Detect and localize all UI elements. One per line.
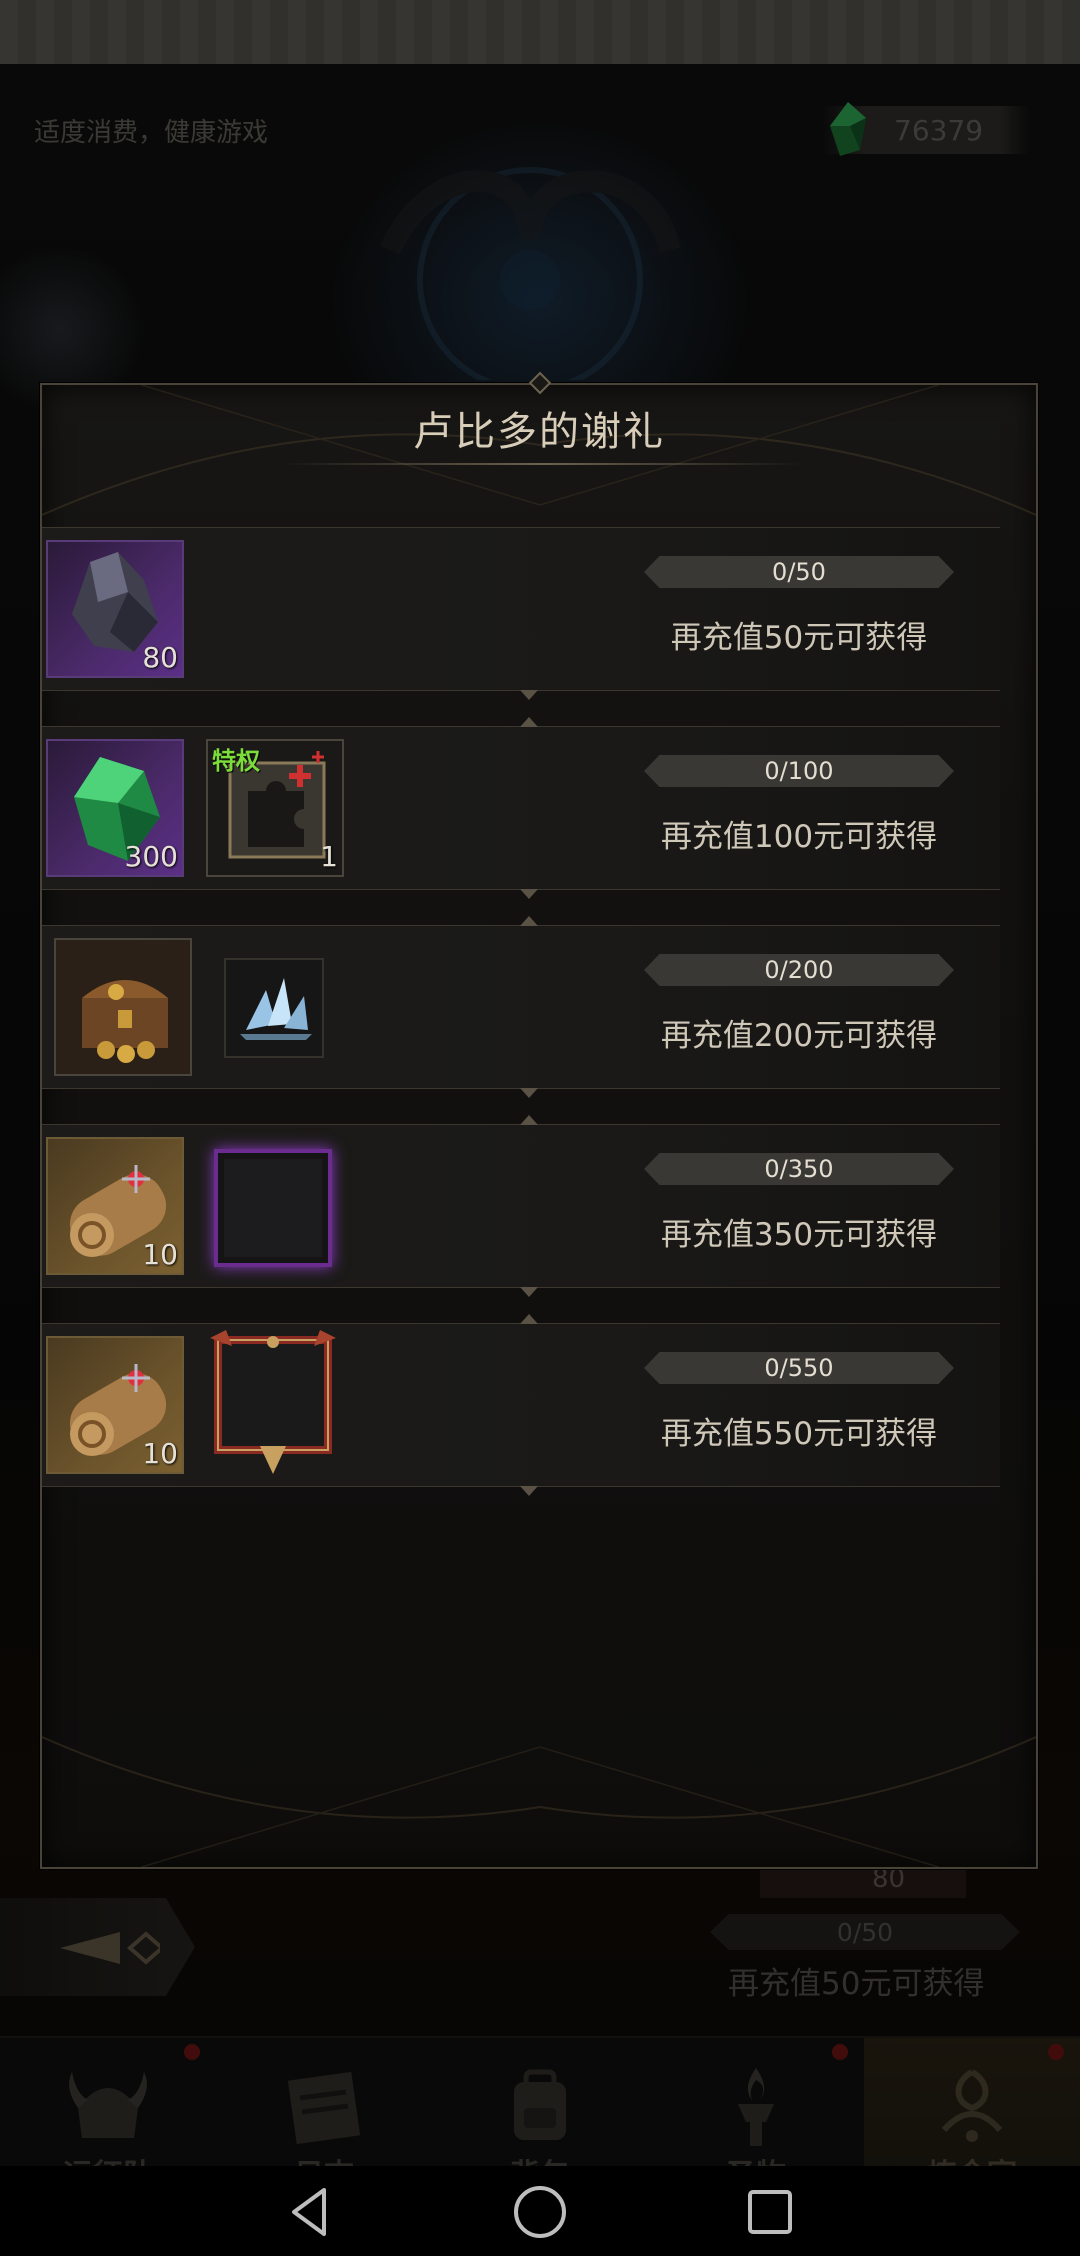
progress-text: 0/350 [764, 1155, 834, 1183]
home-icon[interactable] [508, 2180, 572, 2244]
progress-text: 0/200 [764, 956, 834, 984]
progress-text: 0/550 [764, 1354, 834, 1382]
reward-tier-row: 10 0/550 再充值550元可获得 [42, 1314, 1000, 1496]
row-cap-ornament [520, 1088, 538, 1098]
progress-text: 0/100 [764, 757, 834, 785]
reward-item-slot[interactable]: 10 [46, 1336, 184, 1474]
progress-text: 0/50 [772, 558, 826, 586]
reward-tier-row: 300 特权 1 0/100 再充值100元可获得 [42, 717, 1000, 899]
purple-avatar-frame-icon [224, 1159, 322, 1257]
row-cap-ornament [520, 1314, 538, 1324]
back-icon[interactable] [278, 2180, 342, 2244]
row-cap-ornament [520, 1287, 538, 1297]
tier-progress-bar: 0/100 [644, 755, 954, 787]
tier-progress-bar: 0/200 [644, 954, 954, 986]
dialog-title: 卢比多的谢礼 [413, 409, 665, 455]
reward-item-slot[interactable] [54, 938, 192, 1076]
red-avatar-frame-icon [210, 1330, 336, 1474]
reward-item-slot[interactable]: 特权 1 [206, 739, 344, 877]
system-navigation-bar [0, 2166, 1080, 2256]
tier-progress-bar: 0/50 [644, 556, 954, 588]
item-quantity: 10 [142, 1238, 178, 1271]
reward-item-slot[interactable]: 10 [46, 1137, 184, 1275]
recents-icon[interactable] [738, 2180, 802, 2244]
dialog-bottom-ornament [42, 1736, 1036, 1867]
reward-dialog: 卢比多的谢礼 80 0/50 再充值50元可获得 300 特权 1 0/100 … [40, 371, 1038, 1869]
ice-crystal-icon [240, 978, 312, 1040]
item-quantity: 1 [320, 840, 338, 873]
item-quantity: 10 [142, 1437, 178, 1470]
item-quantity: 80 [142, 641, 178, 674]
item-quantity: 300 [124, 840, 178, 873]
title-divider [282, 463, 802, 465]
reward-tier-row: 80 0/50 再充值50元可获得 [42, 527, 1000, 700]
tier-progress-bar: 0/550 [644, 1352, 954, 1384]
row-cap-ornament [520, 889, 538, 899]
reward-item-slot[interactable] [214, 1149, 332, 1267]
reward-item-slot[interactable]: 300 [46, 739, 184, 877]
top-border-strip [0, 0, 1080, 64]
reward-tier-row: 0/200 再充值200元可获得 [42, 916, 1000, 1098]
privilege-tag: 特权 [212, 747, 260, 775]
row-cap-ornament [520, 1486, 538, 1496]
tier-requirement-text: 再充值550元可获得 [660, 1416, 938, 1452]
reward-item-slot[interactable] [224, 958, 324, 1058]
row-cap-ornament [520, 717, 538, 727]
tier-progress-bar: 0/350 [644, 1153, 954, 1185]
row-cap-ornament [520, 1115, 538, 1125]
reward-item-slot[interactable] [206, 1328, 340, 1478]
tier-requirement-text: 再充值350元可获得 [660, 1217, 938, 1253]
tier-requirement-text: 再充值50元可获得 [670, 620, 928, 656]
tier-requirement-text: 再充值200元可获得 [660, 1018, 938, 1054]
row-cap-ornament [520, 916, 538, 926]
treasure-chest-icon [56, 940, 190, 1074]
row-cap-ornament [520, 690, 538, 700]
reward-item-slot[interactable]: 80 [46, 540, 184, 678]
tier-requirement-text: 再充值100元可获得 [660, 819, 938, 855]
reward-tier-row: 10 0/350 再充值350元可获得 [42, 1115, 1000, 1297]
